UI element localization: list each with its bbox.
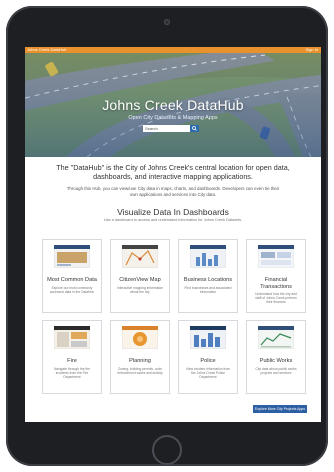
dashboard-grid: Most Common Data Explore our most common… xyxy=(42,239,306,394)
dashboard-card-financial-transactions[interactable]: Financial Transactions Understand how th… xyxy=(246,239,306,313)
card-description: Understand how the city and staff of Joh… xyxy=(255,292,297,305)
dashboard-card-most-common-data[interactable]: Most Common Data Explore our most common… xyxy=(42,239,102,313)
search-button[interactable] xyxy=(190,125,199,132)
dashboards-title: Visualize Data In Dashboards xyxy=(117,207,229,217)
screen: Johns Creek DataHub Sign In Johns Creek … xyxy=(25,47,321,422)
dashboards-subtitle: Use a dashboard to access and understand… xyxy=(103,218,243,222)
dashboard-thumbnail xyxy=(121,244,159,269)
intro-lead: The "DataHub" is the City of Johns Creek… xyxy=(56,163,290,181)
dashboard-card-fire[interactable]: Fire Navigate through the fire incidents… xyxy=(42,320,102,394)
card-description: City data about public works projects an… xyxy=(255,366,297,375)
intro-body: Through this Hub, you can view/use City … xyxy=(66,186,280,197)
page-subtitle: Open City Datasets & Mapping Apps xyxy=(128,115,218,121)
card-label: Police xyxy=(200,358,216,364)
card-label: Fire xyxy=(67,358,77,364)
dashboard-thumbnail xyxy=(189,325,227,350)
card-description: Explore our most commonly accessed data … xyxy=(49,285,95,294)
card-label: CitizenView Map xyxy=(119,277,161,283)
card-label: Financial Transactions xyxy=(260,277,292,290)
dashboard-card-business-locations[interactable]: Business Locations Find businesses and a… xyxy=(178,239,238,313)
tablet-frame: Johns Creek DataHub Sign In Johns Creek … xyxy=(6,6,328,466)
card-description: Navigate through the fire incidents from… xyxy=(53,366,91,379)
home-button[interactable] xyxy=(152,435,182,465)
hero-banner: Johns Creek DataHub Open City Datasets &… xyxy=(25,53,321,157)
dashboard-thumbnail xyxy=(121,325,159,350)
card-label: Planning xyxy=(129,358,151,364)
dashboard-card-police[interactable]: Police View incident information from th… xyxy=(178,320,238,394)
intro-section: The "DataHub" is the City of Johns Creek… xyxy=(25,157,321,198)
card-description: Zoning, building permits, code enforceme… xyxy=(117,366,163,375)
search-icon xyxy=(192,126,197,131)
dashboard-card-citizenview-map[interactable]: CitizenView Map Interactive mapping info… xyxy=(110,239,170,313)
dashboard-card-planning[interactable]: Planning Zoning, building permits, code … xyxy=(110,320,170,394)
camera-icon xyxy=(164,19,170,25)
search-input[interactable]: Search xyxy=(143,125,190,132)
dashboard-card-public-works[interactable]: Public Works City data about public work… xyxy=(246,320,306,394)
card-description: Find businesses and associated informati… xyxy=(184,285,232,294)
card-description: View incident information from the Johns… xyxy=(185,366,231,379)
explore-more-button[interactable]: Explore More City Projects Apps xyxy=(253,405,307,413)
card-label: Most Common Data xyxy=(47,277,97,283)
card-description: Interactive mapping information about th… xyxy=(117,285,163,294)
dashboard-thumbnail xyxy=(53,325,91,350)
dashboard-thumbnail xyxy=(257,244,295,269)
card-label: Business Locations xyxy=(183,277,233,283)
dashboard-thumbnail xyxy=(53,244,91,269)
dashboard-thumbnail xyxy=(189,244,227,269)
card-label: Public Works xyxy=(259,358,293,364)
dashboard-thumbnail xyxy=(257,325,295,350)
page-title: Johns Creek DataHub xyxy=(102,97,244,113)
